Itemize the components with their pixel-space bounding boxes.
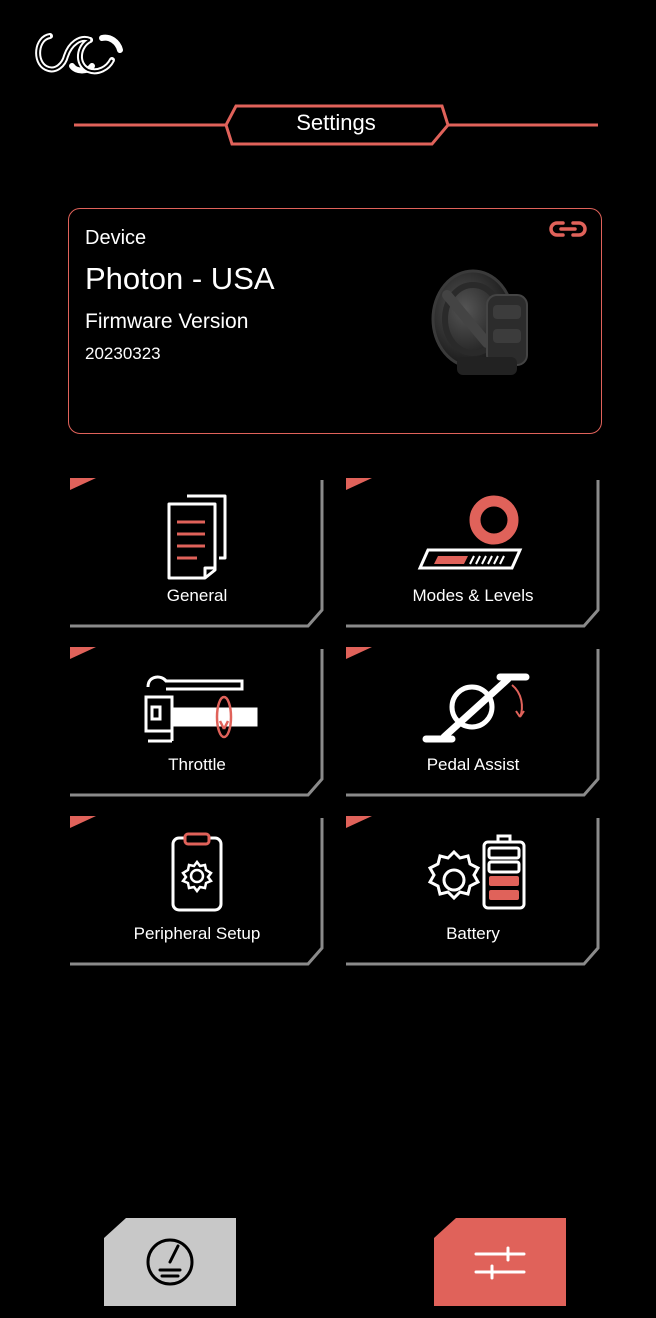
peripheral-icon <box>171 832 223 912</box>
settings-tab[interactable] <box>434 1218 566 1306</box>
motor-image <box>431 269 528 375</box>
tile-label: Throttle <box>168 755 226 774</box>
tile-label: General <box>166 586 228 605</box>
modes-levels-icon <box>417 495 523 570</box>
dashboard-tab[interactable] <box>104 1218 236 1306</box>
firmware-label: Firmware Version <box>85 310 249 333</box>
firmware-value: 20230323 <box>85 344 161 363</box>
link-icon[interactable] <box>549 219 587 239</box>
tile-general[interactable]: General <box>68 476 326 628</box>
pedal-assist-icon <box>422 673 530 743</box>
device-label: Device <box>85 227 147 249</box>
tile-label: Battery <box>446 924 500 943</box>
tile-throttle[interactable]: Throttle <box>68 645 326 797</box>
tile-modes-levels[interactable]: Modes & Levels <box>344 476 602 628</box>
documents-icon <box>167 494 227 580</box>
tile-label: Pedal Assist <box>426 755 520 774</box>
device-name: Photon - USA <box>85 261 275 296</box>
device-card[interactable]: Device Photon - USA Firmware Version 202… <box>68 208 602 434</box>
tile-battery[interactable]: Battery <box>344 814 602 966</box>
tile-peripheral-setup[interactable]: Peripheral Setup <box>68 814 326 966</box>
battery-gear-icon <box>427 834 526 910</box>
tile-label: Peripheral Setup <box>133 924 261 943</box>
tile-pedal-assist[interactable]: Pedal Assist <box>344 645 602 797</box>
throttle-icon <box>144 675 258 743</box>
tile-label: Modes & Levels <box>412 586 534 605</box>
cyc-logo-icon <box>35 33 123 75</box>
page-title: Settings <box>296 110 376 135</box>
